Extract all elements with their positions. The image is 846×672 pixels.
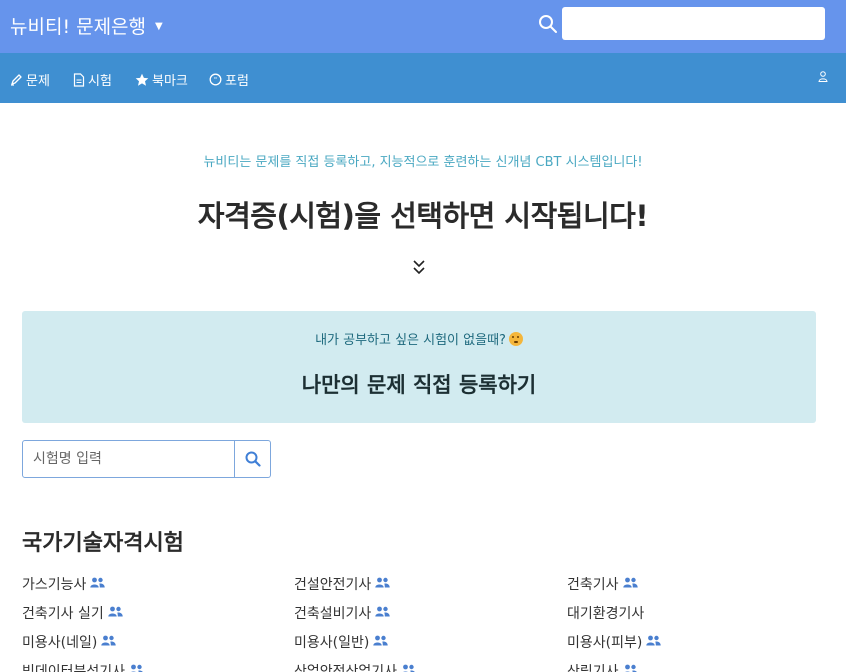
user-icon[interactable] bbox=[818, 71, 828, 82]
exam-name: 미용사(네일) bbox=[22, 635, 98, 651]
search-icon[interactable] bbox=[538, 14, 558, 34]
global-search-input[interactable] bbox=[562, 7, 825, 40]
callout-question: 내가 공부하고 싶은 시험이 없을때? bbox=[22, 329, 816, 348]
exam-link[interactable]: 건축기사 실기 bbox=[22, 604, 294, 622]
register-callout: 내가 공부하고 싶은 시험이 없을때? 나만의 문제 직접 등록하기 bbox=[22, 311, 816, 423]
exam-name: 건축설비기사 bbox=[294, 606, 372, 622]
thinking-face-icon bbox=[508, 332, 523, 346]
exam-link[interactable]: 산업안전산업기사 bbox=[294, 662, 567, 672]
nav-bar: 문제 시험 북마크 " 포럼 bbox=[0, 53, 846, 103]
exam-link[interactable]: 가스기능사 bbox=[22, 575, 294, 593]
pencil-icon bbox=[11, 74, 22, 86]
double-chevron-down-icon[interactable] bbox=[411, 259, 427, 277]
star-icon bbox=[135, 73, 149, 86]
users-icon bbox=[90, 576, 106, 592]
exam-name: 대기환경기사 bbox=[567, 606, 645, 622]
search-icon bbox=[245, 451, 261, 467]
users-icon bbox=[623, 663, 638, 672]
users-icon bbox=[108, 605, 123, 621]
exam-link[interactable]: 건축설비기사 bbox=[294, 604, 567, 622]
nav-item-forum[interactable]: " 포럼 bbox=[209, 70, 249, 89]
exam-link[interactable]: 미용사(네일) bbox=[22, 633, 294, 651]
brand-title: 뉴비티! 문제은행 bbox=[10, 16, 147, 38]
exam-name: 산림기사 bbox=[567, 664, 619, 672]
nav-item-label: 북마크 bbox=[152, 74, 188, 89]
top-bar: 뉴비티! 문제은행 ▼ bbox=[0, 0, 846, 53]
exam-link[interactable]: 빅데이터분석기사 bbox=[22, 662, 294, 672]
exam-link[interactable]: 건축기사 bbox=[567, 575, 842, 593]
exam-link[interactable]: 미용사(피부) bbox=[567, 633, 842, 651]
hero-tagline: 뉴비티는 문제를 직접 등록하고, 지능적으로 훈련하는 신개념 CBT 시스템… bbox=[203, 155, 643, 170]
exam-search bbox=[22, 440, 271, 478]
nav-item-label: 포럼 bbox=[225, 74, 249, 89]
nav-item-bookmarks[interactable]: 북마크 bbox=[135, 70, 188, 89]
users-icon bbox=[101, 634, 117, 650]
users-icon bbox=[375, 576, 390, 592]
exam-search-input[interactable] bbox=[22, 440, 235, 478]
exam-name: 건축기사 실기 bbox=[22, 606, 104, 622]
brand-menu[interactable]: 뉴비티! 문제은행 ▼ bbox=[10, 12, 163, 39]
svg-text:": " bbox=[214, 76, 217, 84]
exam-list: 가스기능사 건설안전기사 건축기사건축기사 실기 건축설비기사 대기환경기사미용사(네일… bbox=[22, 575, 842, 672]
callout-question-text: 내가 공부하고 싶은 시험이 없을때? bbox=[315, 333, 506, 348]
users-icon bbox=[646, 634, 662, 650]
hero-headline: 자격증(시험)을 선택하면 시작됩니다! bbox=[197, 199, 649, 233]
nav-item-exams[interactable]: 시험 bbox=[73, 70, 112, 89]
users-icon bbox=[401, 663, 416, 672]
exam-link[interactable]: 산림기사 bbox=[567, 662, 842, 672]
exam-name: 건설안전기사 bbox=[294, 577, 372, 593]
exam-search-button[interactable] bbox=[235, 440, 271, 478]
users-icon bbox=[129, 663, 144, 672]
exam-name: 빅데이터분석기사 bbox=[22, 664, 126, 672]
chat-icon: " bbox=[209, 73, 222, 86]
exam-link[interactable]: 미용사(일반) bbox=[294, 633, 567, 651]
users-icon bbox=[622, 576, 638, 592]
exam-link[interactable]: 대기환경기사 bbox=[567, 604, 842, 622]
exam-name: 미용사(피부) bbox=[567, 635, 643, 651]
exam-link[interactable]: 건설안전기사 bbox=[294, 575, 567, 593]
exam-name: 가스기능사 bbox=[22, 577, 87, 593]
exam-name: 산업안전산업기사 bbox=[294, 664, 398, 672]
section-title: 국가기술자격시험 bbox=[22, 531, 184, 556]
register-questions-link[interactable]: 나만의 문제 직접 등록하기 bbox=[22, 369, 816, 399]
exam-name: 미용사(일반) bbox=[294, 635, 370, 651]
exam-name: 건축기사 bbox=[567, 577, 619, 593]
users-icon bbox=[373, 634, 389, 650]
caret-down-icon: ▼ bbox=[155, 21, 163, 32]
nav-item-label: 시험 bbox=[88, 74, 112, 89]
nav-item-problems[interactable]: 문제 bbox=[10, 70, 50, 89]
document-icon bbox=[73, 72, 85, 87]
nav-item-label: 문제 bbox=[26, 74, 50, 89]
users-icon bbox=[375, 605, 390, 621]
